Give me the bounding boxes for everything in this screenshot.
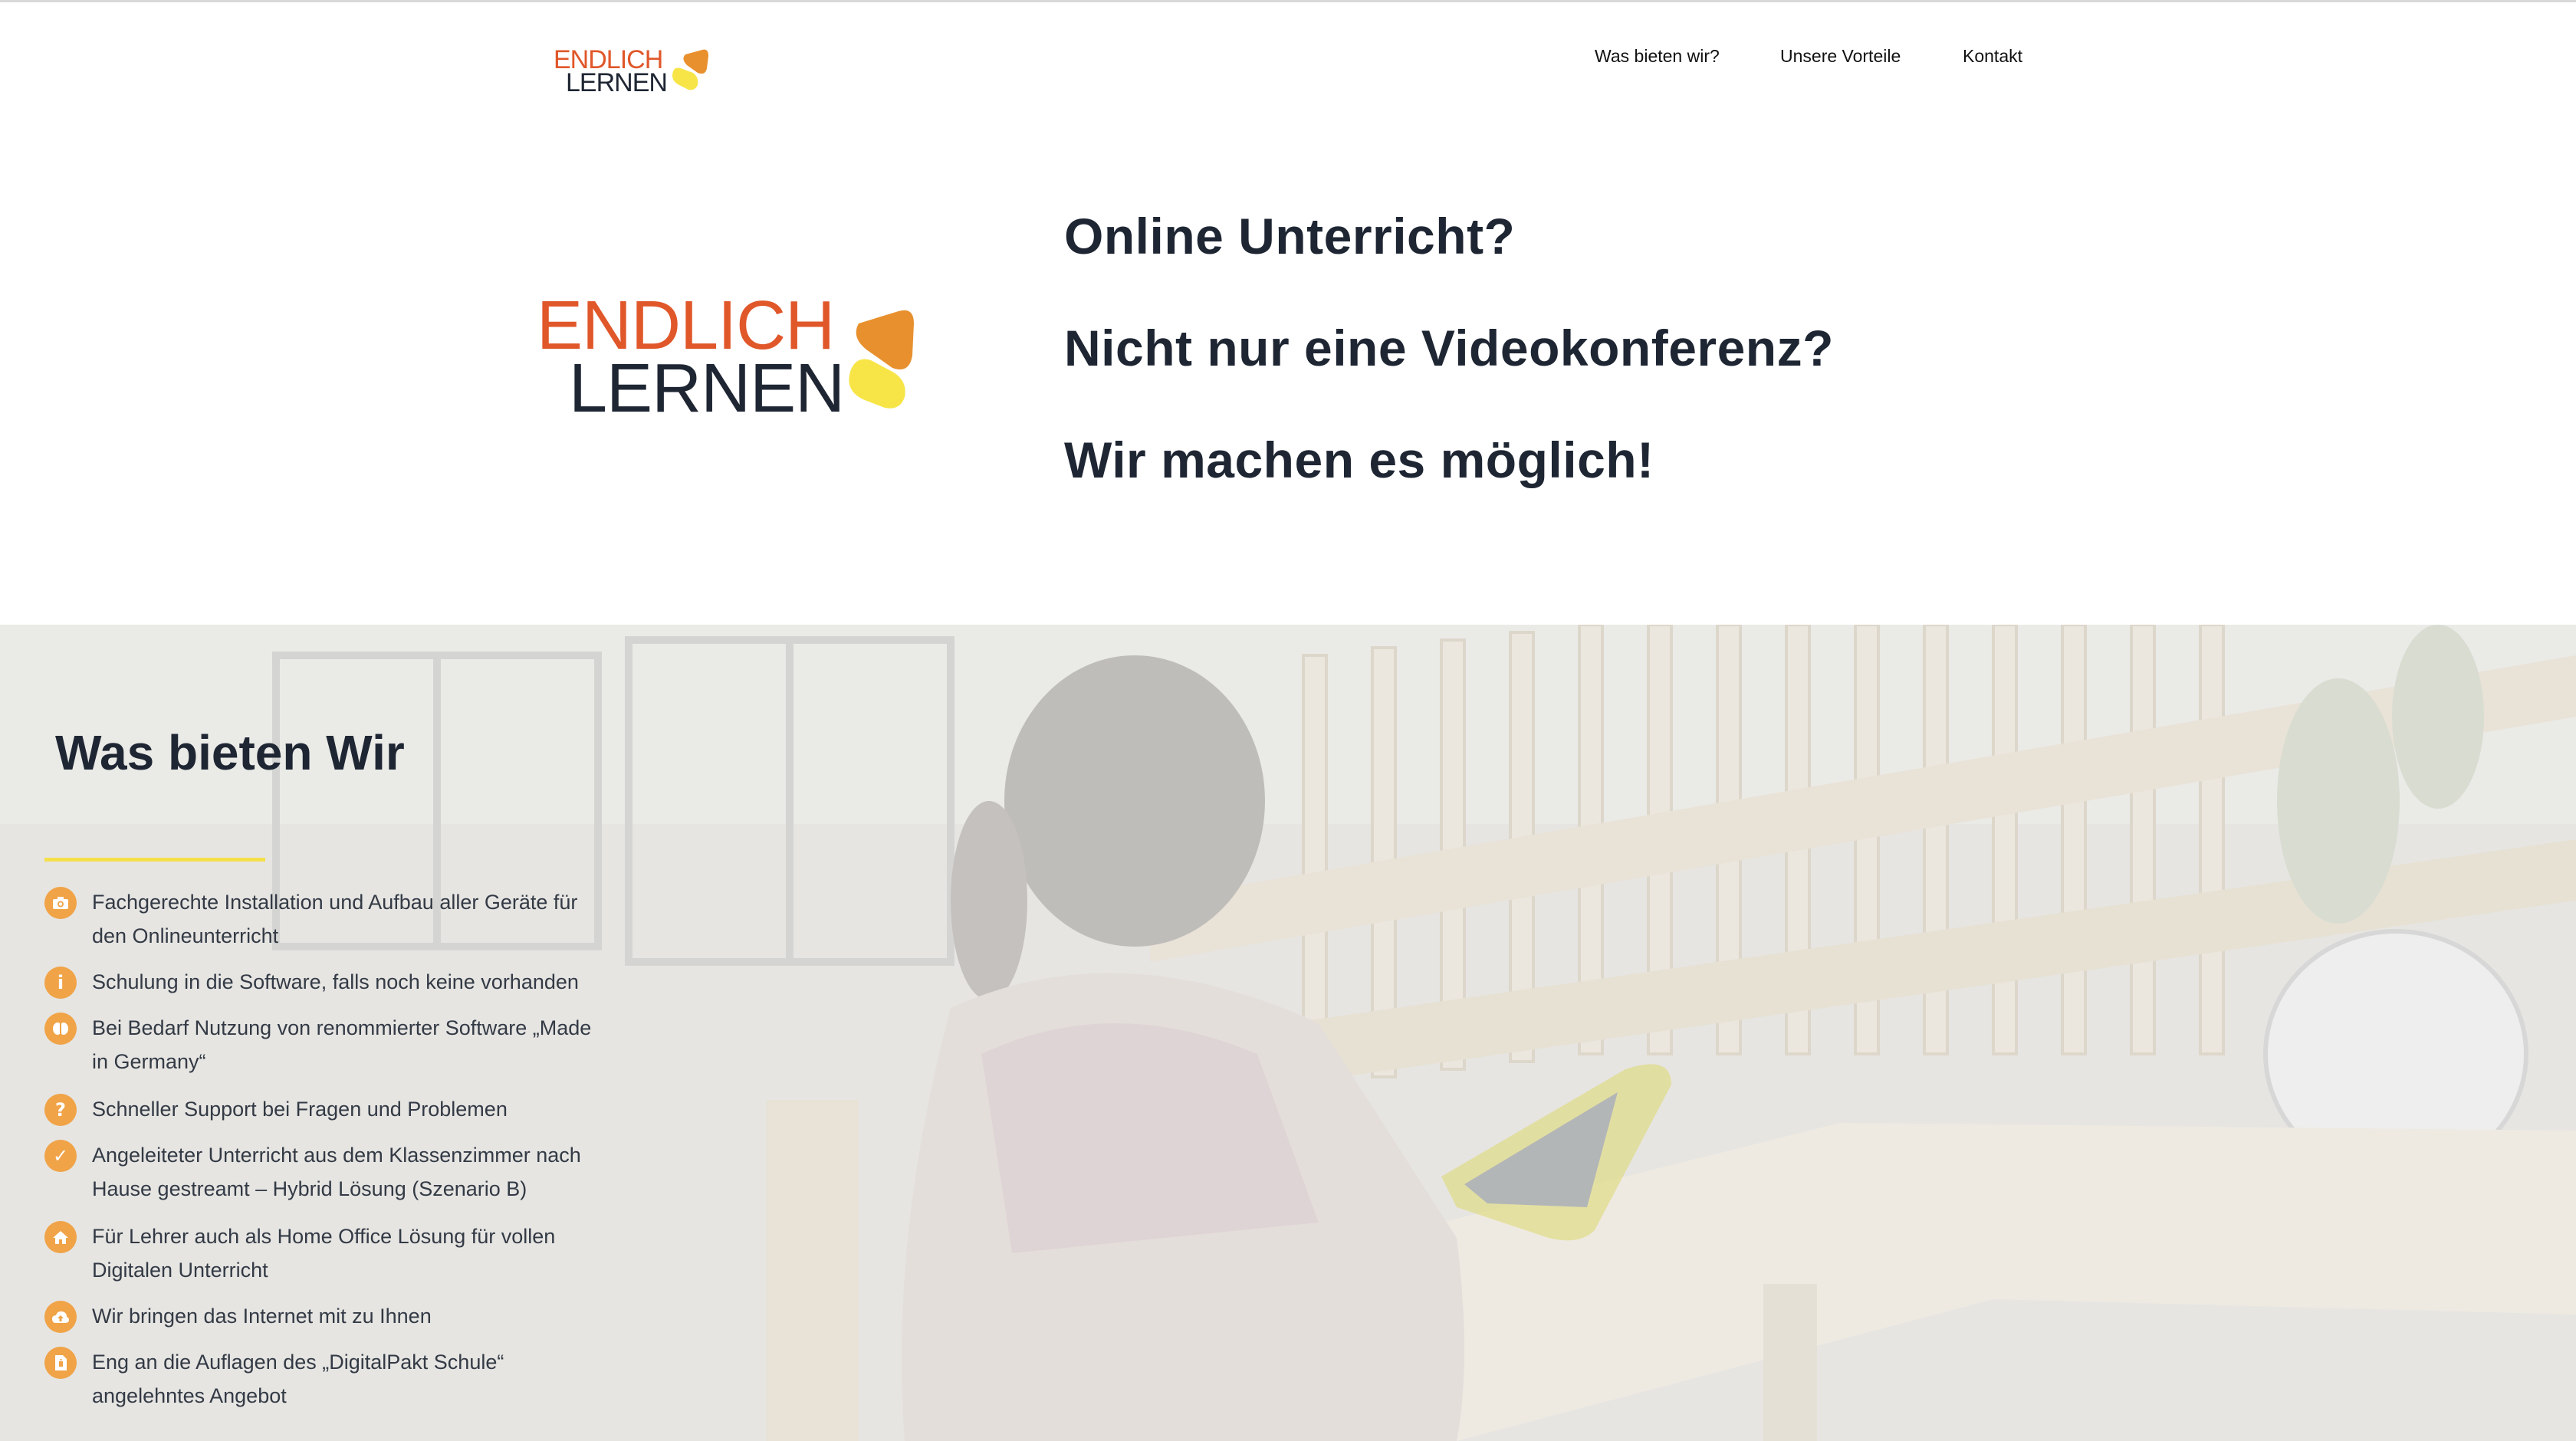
feature-text: Eng an die Auflagen des „DigitalPakt Sch… [92, 1351, 504, 1407]
logo-word-lernen: LERNEN [566, 68, 668, 97]
hero-line-3: Wir machen es möglich! [1064, 432, 1654, 488]
home-icon [44, 1221, 77, 1253]
feature-text: Für Lehrer auch als Home Office Lösung f… [92, 1225, 556, 1282]
brain-icon [44, 1013, 77, 1045]
features-title-underline [44, 858, 265, 862]
header-logo[interactable]: ENDLICH LERNEN [554, 45, 708, 97]
features-title: Was bieten Wir [55, 725, 405, 780]
features-section: Was bieten Wir Fachgerechte Installation… [0, 625, 2576, 1441]
feature-text: Fachgerechte Installation und Aufbau all… [92, 891, 578, 947]
feature-text: Schneller Support bei Fragen und Problem… [92, 1098, 508, 1121]
feature-text: Bei Bedarf Nutzung von renommierter Soft… [92, 1016, 592, 1073]
feature-text: Schulung in die Software, falls noch kei… [92, 970, 579, 993]
hero-logo-word-lernen: LERNEN [569, 350, 845, 427]
hero-logo: ENDLICH LERNEN [537, 291, 928, 429]
nav-item-was-bieten-wir[interactable]: Was bieten wir? [1595, 46, 1720, 67]
nav-item-unsere-vorteile[interactable]: Unsere Vorteile [1780, 46, 1901, 67]
hero-line-1: Online Unterricht? [1064, 208, 1516, 264]
hero-logo-shapes-icon [849, 310, 914, 409]
hero-line-2: Nicht nur eine Videokonferenz? [1064, 320, 1834, 376]
logo-shapes-icon [672, 49, 708, 90]
camera-icon [44, 887, 77, 919]
nav-item-kontakt[interactable]: Kontakt [1963, 46, 2022, 67]
site-header: ENDLICH LERNEN Was bieten wir? Unsere Vo… [0, 2, 2576, 110]
main-nav: Was bieten wir? Unsere Vorteile Kontakt [1595, 46, 2024, 69]
check-icon: ✓ [44, 1140, 77, 1172]
info-icon: i [44, 967, 77, 999]
feature-text: Angeleiteter Unterricht aus dem Klassenz… [92, 1144, 581, 1200]
cloud-upload-icon [44, 1301, 77, 1333]
question-icon: ? [44, 1094, 77, 1126]
feature-text: Wir bringen das Internet mit zu Ihnen [92, 1305, 432, 1328]
document-icon [44, 1347, 77, 1379]
